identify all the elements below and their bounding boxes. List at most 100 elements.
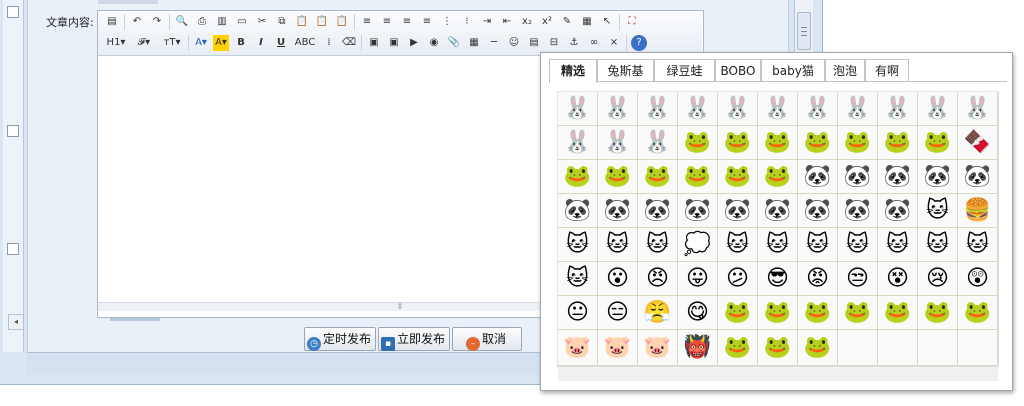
emoticon-cell[interactable]: 🐼 — [718, 194, 758, 228]
emoticon-cell[interactable]: 🐸 — [798, 330, 838, 366]
emoticon-cell[interactable]: 🐱 — [558, 228, 598, 262]
line-height-icon[interactable]: ⁞ — [321, 35, 337, 51]
indent-icon[interactable]: ⇥ — [479, 14, 495, 30]
emoticon-icon[interactable]: ☺ — [506, 35, 522, 51]
scroll-left-arrow[interactable]: ◂ — [8, 314, 24, 330]
strikethrough-icon[interactable]: ABC — [293, 35, 317, 51]
unlink-icon[interactable]: ⨯ — [606, 35, 622, 51]
emoticon-cell[interactable]: 🐸 — [758, 126, 798, 160]
emoticon-cell[interactable]: 🐸 — [878, 296, 918, 330]
emoticon-cell[interactable]: 😢 — [918, 262, 958, 296]
emoticon-cell[interactable]: 😒 — [838, 262, 878, 296]
emoticon-cell[interactable]: 😲 — [958, 262, 998, 296]
emoticon-cell[interactable]: 😮 — [598, 262, 638, 296]
align-justify-icon[interactable]: ≡ — [419, 14, 435, 30]
emoticon-cell[interactable]: 🐰 — [878, 92, 918, 126]
emoticon-cell[interactable]: 🐱 — [638, 228, 678, 262]
emoticon-cell[interactable]: 😋 — [678, 296, 718, 330]
emoticon-cell[interactable]: 🐸 — [878, 126, 918, 160]
emoticon-cell[interactable]: 🐱 — [598, 228, 638, 262]
remove-format-icon[interactable]: ⌫ — [341, 35, 357, 51]
emoticon-cell[interactable]: 😑 — [598, 296, 638, 330]
emoticon-cell[interactable]: 🐸 — [918, 126, 958, 160]
emoticon-cell[interactable]: 🐼 — [798, 194, 838, 228]
cut-icon[interactable]: ✂ — [254, 14, 270, 30]
emoticon-cell[interactable]: 🐼 — [558, 194, 598, 228]
flash-icon[interactable]: ▶ — [406, 35, 422, 51]
paste-word-icon[interactable]: 📋 — [334, 14, 350, 30]
emoticon-cell[interactable]: 🐰 — [558, 92, 598, 126]
emoticon-cell[interactable]: 🐰 — [598, 92, 638, 126]
link-icon[interactable]: ∞ — [586, 35, 602, 51]
emoticon-cell[interactable]: 🐸 — [758, 160, 798, 194]
multi-image-icon[interactable]: ▣ — [386, 35, 402, 51]
row-checkbox[interactable] — [7, 125, 19, 137]
emoticon-cell[interactable]: 🐸 — [958, 296, 998, 330]
tab-7[interactable]: 有啊 — [865, 59, 909, 82]
subscript-icon[interactable]: x₂ — [519, 14, 535, 30]
tab-2[interactable]: 兔斯基 — [597, 59, 654, 82]
emoticon-cell[interactable]: 🐸 — [758, 330, 798, 366]
emoticon-cell[interactable]: 🐸 — [598, 160, 638, 194]
ordered-list-icon[interactable]: ⋮ — [439, 14, 455, 30]
cancel-button[interactable]: – 取消 — [452, 327, 522, 351]
align-right-icon[interactable]: ≡ — [399, 14, 415, 30]
bold-icon[interactable]: B — [233, 35, 249, 51]
tab-1[interactable]: 精选 — [549, 59, 597, 83]
schedule-publish-button[interactable]: ◷ 定时发布 — [304, 327, 377, 351]
font-color-icon[interactable]: A▾ — [193, 35, 209, 51]
emoticon-cell[interactable]: 🐱 — [758, 228, 798, 262]
unordered-list-icon[interactable]: ⁝ — [459, 14, 475, 30]
row-checkbox[interactable] — [7, 243, 19, 255]
clear-format-icon[interactable]: ✎ — [559, 14, 575, 30]
publish-now-button[interactable]: ▪ 立即发布 — [378, 327, 451, 351]
hr-icon[interactable]: ─ — [486, 35, 502, 51]
emoticon-cell[interactable]: 😛 — [678, 262, 718, 296]
preview-icon[interactable]: 🔍 — [174, 14, 190, 30]
emoticon-cell[interactable]: 🐸 — [718, 296, 758, 330]
emoticon-cell[interactable]: 🐸 — [638, 160, 678, 194]
font-size-icon[interactable]: тT▾ — [160, 35, 184, 51]
emoticon-cell[interactable]: 🐰 — [638, 92, 678, 126]
attachment-icon[interactable]: 📎 — [446, 35, 462, 51]
tab-3[interactable]: 绿豆蛙 — [654, 59, 715, 82]
emoticon-cell[interactable]: 🍫 — [958, 126, 998, 160]
emoticon-cell[interactable]: 🐸 — [838, 296, 878, 330]
cursor-icon[interactable]: ↖ — [599, 14, 615, 30]
map-icon[interactable]: ▤ — [526, 35, 542, 51]
emoticon-cell[interactable]: 😵 — [878, 262, 918, 296]
emoticon-cell[interactable]: 🐼 — [838, 160, 878, 194]
pagebreak-icon[interactable]: ⊟ — [546, 35, 562, 51]
emoticon-cell[interactable]: 🐼 — [878, 160, 918, 194]
emoticon-cell[interactable]: 🐼 — [838, 194, 878, 228]
emoticon-cell[interactable]: 🐸 — [838, 126, 878, 160]
emoticon-cell[interactable]: 🐰 — [558, 126, 598, 160]
emoticon-cell[interactable]: 🍔 — [958, 194, 998, 228]
emoticon-cell[interactable]: 😡 — [798, 262, 838, 296]
emoticon-cell[interactable]: 🐰 — [958, 92, 998, 126]
emoticon-cell[interactable]: 🐱 — [918, 228, 958, 262]
emoticon-cell[interactable]: 🐸 — [678, 126, 718, 160]
source-icon[interactable]: ▤ — [104, 14, 120, 30]
emoticon-cell[interactable]: 🐱 — [798, 228, 838, 262]
emoticon-cell[interactable]: 🐸 — [798, 126, 838, 160]
tab-4[interactable]: BOBO — [715, 59, 761, 82]
select-all-icon[interactable]: ▦ — [579, 14, 595, 30]
help-icon[interactable]: ? — [631, 35, 647, 51]
heading-icon[interactable]: H1▾ — [104, 35, 128, 51]
highlight-icon[interactable]: A▾ — [213, 35, 229, 51]
paste-plain-icon[interactable]: 📋 — [314, 14, 330, 30]
print-icon[interactable]: ⎙ — [194, 14, 210, 30]
image-icon[interactable]: ▣ — [366, 35, 382, 51]
anchor-icon[interactable]: ⚓ — [566, 35, 582, 51]
align-left-icon[interactable]: ≡ — [359, 14, 375, 30]
emoticon-cell[interactable]: 😐 — [558, 296, 598, 330]
code-icon[interactable]: ▭ — [234, 14, 250, 30]
emoticon-cell[interactable]: 🐸 — [798, 296, 838, 330]
emoticon-cell[interactable]: 🐰 — [718, 92, 758, 126]
emoticon-cell[interactable]: 🐸 — [918, 296, 958, 330]
fullscreen-icon[interactable]: ⛶ — [624, 14, 640, 30]
emoticon-cell[interactable]: 🐱 — [558, 262, 598, 296]
emoticon-cell[interactable]: 🐰 — [598, 126, 638, 160]
emoticon-cell[interactable]: 😠 — [638, 262, 678, 296]
